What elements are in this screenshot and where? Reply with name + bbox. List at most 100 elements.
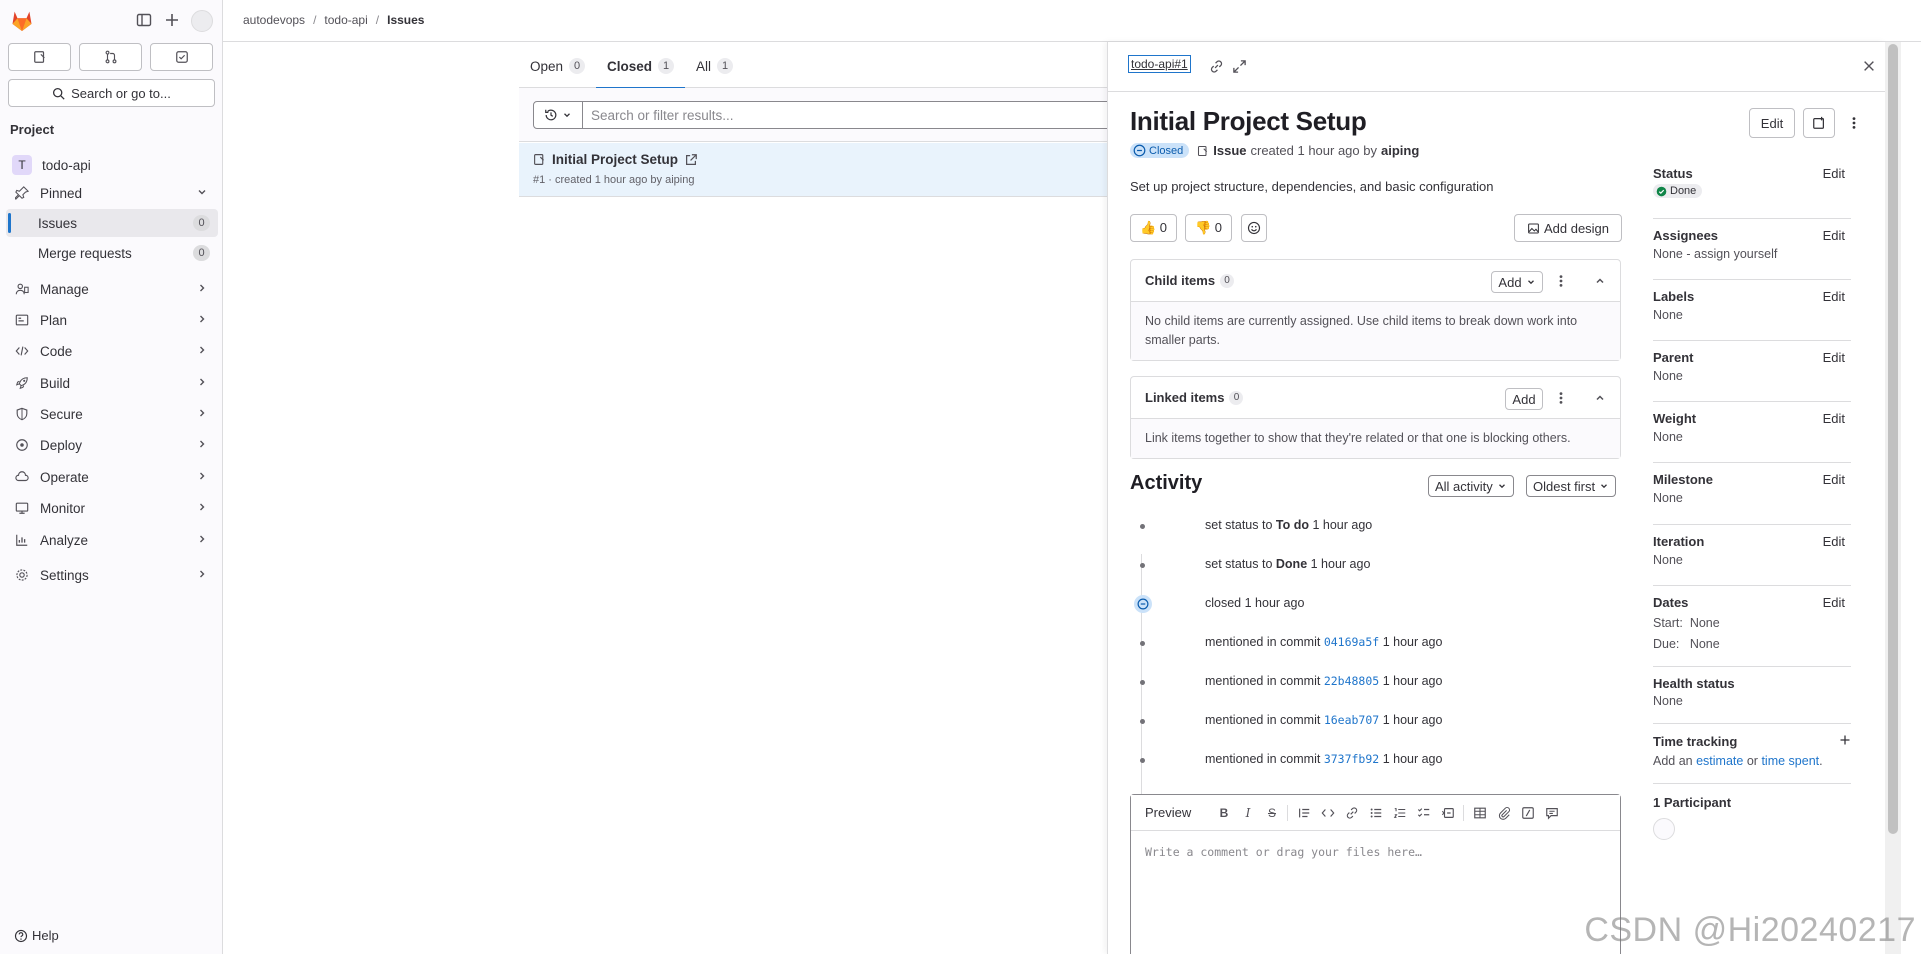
sidebar-item-deploy[interactable]: Deploy <box>6 431 218 459</box>
add-time-spent-link[interactable]: time spent <box>1761 754 1819 768</box>
pin-icon <box>14 185 30 201</box>
commit-link[interactable]: 16eab707 <box>1324 713 1379 727</box>
search-filter-input[interactable]: Search or filter results... <box>582 101 1112 129</box>
participant-avatar[interactable] <box>1653 818 1675 840</box>
code-icon[interactable] <box>1319 804 1337 822</box>
recent-searches-button[interactable] <box>533 101 583 129</box>
search-label: Search or go to... <box>71 85 171 101</box>
preview-tab[interactable]: Preview <box>1145 805 1191 820</box>
commit-link[interactable]: 22b48805 <box>1324 674 1379 688</box>
merge-requests-button[interactable] <box>79 43 142 71</box>
sidebar-item-code[interactable]: Code <box>6 337 218 365</box>
scrollbar-thumb[interactable] <box>1888 44 1898 834</box>
activity-time[interactable]: 1 hour ago <box>1383 635 1443 649</box>
sidebar-item-settings[interactable]: Settings <box>6 561 218 589</box>
strikethrough-icon[interactable]: S <box>1263 804 1281 822</box>
sidebar-item-pinned[interactable]: Pinned <box>6 179 218 207</box>
kebab-menu-icon[interactable] <box>1552 272 1570 290</box>
assignees-value[interactable]: None - assign yourself <box>1653 247 1777 261</box>
comment-textarea[interactable]: Write a comment or drag your files here… <box>1145 845 1422 859</box>
activity-time[interactable]: 1 hour ago <box>1312 518 1372 532</box>
more-actions-button[interactable] <box>1843 108 1865 138</box>
close-icon[interactable] <box>1860 57 1878 75</box>
commit-link[interactable]: 04169a5f <box>1324 635 1379 649</box>
help-button[interactable]: Help <box>14 928 59 943</box>
activity-time[interactable]: 1 hour ago <box>1383 674 1443 688</box>
thumbs-up-button[interactable]: 👍 0 <box>1130 214 1177 242</box>
link-icon[interactable] <box>1343 804 1361 822</box>
activity-time[interactable]: 1 hour ago <box>1383 713 1443 727</box>
dates-edit-button[interactable]: Edit <box>1823 595 1845 610</box>
issue-list-row[interactable]: Initial Project Setup #1 · created 1 hou… <box>519 143 1109 197</box>
weight-edit-button[interactable]: Edit <box>1823 411 1845 426</box>
issue-title-link[interactable]: Initial Project Setup <box>533 152 698 167</box>
bullet-list-icon[interactable] <box>1367 804 1385 822</box>
gitlab-logo-icon[interactable] <box>10 9 34 33</box>
sidebar-item-manage[interactable]: Manage <box>6 275 218 303</box>
numbered-list-icon[interactable] <box>1391 804 1409 822</box>
bold-icon[interactable]: B <box>1215 804 1233 822</box>
sidebar-item-operate[interactable]: Operate <box>6 463 218 491</box>
paperclip-icon[interactable] <box>1495 804 1513 822</box>
sidebar-toggle-icon[interactable] <box>134 10 154 30</box>
table-icon[interactable] <box>1471 804 1489 822</box>
maximize-icon[interactable] <box>1230 57 1248 75</box>
external-link-icon[interactable] <box>684 153 698 167</box>
tab-all[interactable]: All 1 <box>685 44 744 88</box>
comment-icon[interactable] <box>1543 804 1561 822</box>
search-button[interactable]: Search or go to... <box>8 79 215 107</box>
todo-list-button[interactable] <box>150 43 213 71</box>
author-link[interactable]: aiping <box>1381 143 1419 158</box>
create-new-icon[interactable] <box>162 10 182 30</box>
activity-item: mentioned in commit 22b48805 1 hour ago <box>1130 670 1621 694</box>
add-reaction-button[interactable] <box>1241 214 1267 242</box>
add-time-icon[interactable] <box>1839 734 1851 746</box>
drawer-scrollbar[interactable] <box>1885 42 1901 954</box>
assignees-edit-button[interactable]: Edit <box>1823 228 1845 243</box>
user-avatar[interactable] <box>191 10 213 32</box>
breadcrumb-group[interactable]: autodevops <box>243 13 305 27</box>
sidebar-item-monitor[interactable]: Monitor <box>6 494 218 522</box>
link-icon[interactable] <box>1207 57 1225 75</box>
sidebar-item-issues[interactable]: Issues 0 <box>6 209 218 237</box>
parent-edit-button[interactable]: Edit <box>1823 350 1845 365</box>
chevron-up-icon[interactable] <box>1591 272 1609 290</box>
sidebar-item-merge-requests[interactable]: Merge requests 0 <box>6 239 218 267</box>
activity-time[interactable]: 1 hour ago <box>1383 752 1443 766</box>
milestone-edit-button[interactable]: Edit <box>1823 472 1845 487</box>
tab-closed[interactable]: Closed 1 <box>596 44 686 89</box>
kebab-menu-icon[interactable] <box>1552 389 1570 407</box>
commit-link[interactable]: 3737fb92 <box>1324 752 1379 766</box>
sidebar-item-label: Build <box>40 375 71 391</box>
thumbs-down-button[interactable]: 👎 0 <box>1185 214 1232 242</box>
edit-title-button[interactable]: Edit <box>1749 108 1795 138</box>
status-edit-button[interactable]: Edit <box>1823 166 1845 181</box>
tab-open[interactable]: Open 0 <box>519 44 596 88</box>
breadcrumb-current[interactable]: Issues <box>387 13 424 27</box>
collapsible-section-icon[interactable] <box>1439 804 1457 822</box>
sidebar-item-analyze[interactable]: Analyze <box>6 526 218 554</box>
task-list-icon[interactable] <box>1415 804 1433 822</box>
slash-commands-icon[interactable] <box>1519 804 1537 822</box>
new-related-button[interactable] <box>1803 108 1835 138</box>
sidebar-project-link[interactable]: T todo-api <box>6 151 218 179</box>
sidebar-item-plan[interactable]: Plan <box>6 306 218 334</box>
labels-edit-button[interactable]: Edit <box>1823 289 1845 304</box>
breadcrumb-project[interactable]: todo-api <box>324 13 367 27</box>
add-design-button[interactable]: Add design <box>1514 214 1622 242</box>
chevron-up-icon[interactable] <box>1591 389 1609 407</box>
quote-icon[interactable] <box>1295 804 1313 822</box>
issue-reference-link[interactable]: todo-api#1 <box>1128 55 1191 73</box>
italic-icon[interactable]: I <box>1239 804 1257 822</box>
assigned-issues-button[interactable] <box>8 43 71 71</box>
add-estimate-link[interactable]: estimate <box>1696 754 1743 768</box>
activity-filter-dropdown[interactable]: All activity <box>1428 475 1514 497</box>
iteration-edit-button[interactable]: Edit <box>1823 534 1845 549</box>
activity-time[interactable]: 1 hour ago <box>1311 557 1371 571</box>
add-linked-item-button[interactable]: Add <box>1505 388 1543 410</box>
sidebar-item-secure[interactable]: Secure <box>6 400 218 428</box>
add-child-item-button[interactable]: Add <box>1491 271 1543 293</box>
sidebar-item-build[interactable]: Build <box>6 369 218 397</box>
activity-sort-dropdown[interactable]: Oldest first <box>1526 475 1617 497</box>
activity-time[interactable]: 1 hour ago <box>1245 596 1305 610</box>
